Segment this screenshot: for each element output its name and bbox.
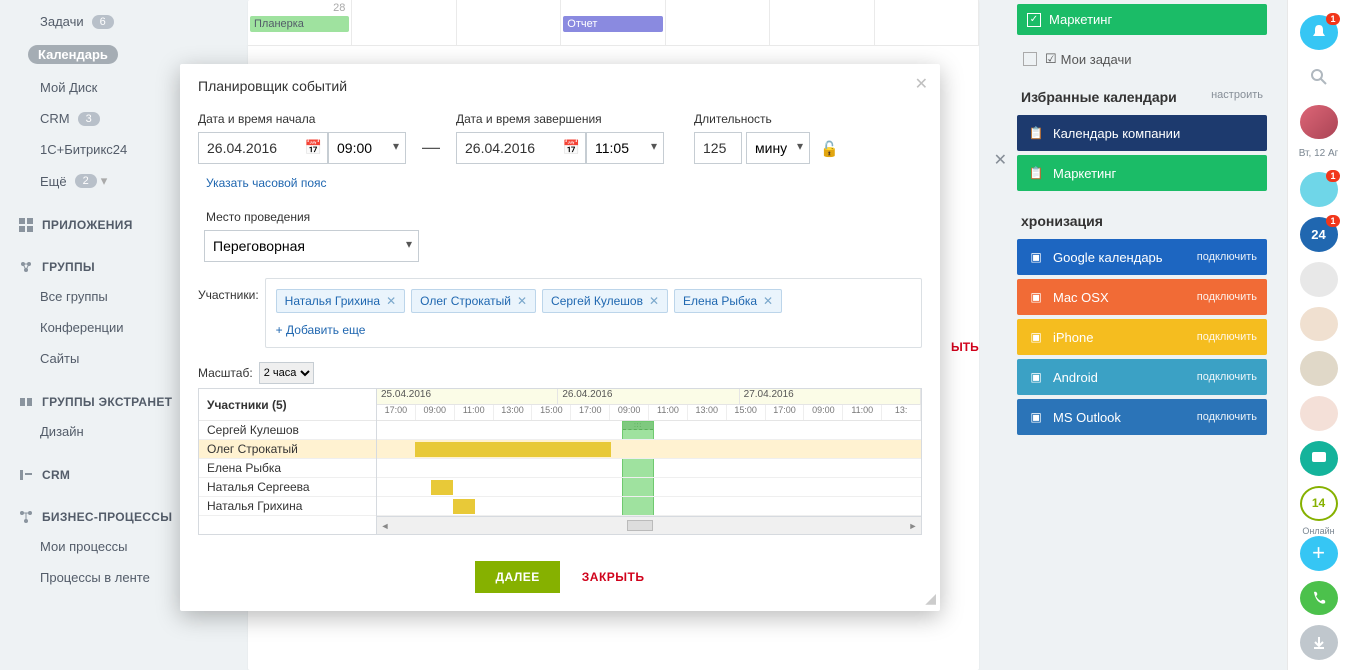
end-label: Дата и время завершения	[456, 112, 664, 126]
gantt-name-row: Олег Строкатый	[199, 440, 376, 459]
next-button[interactable]: ДАЛЕЕ	[475, 561, 559, 593]
start-time-select[interactable]: 09:00	[328, 132, 406, 164]
dash: —	[416, 137, 446, 164]
stray-text: ЫТЬ	[951, 340, 979, 354]
participant-chip[interactable]: Наталья Грихина ✕	[276, 289, 405, 313]
remove-icon[interactable]: ✕	[386, 294, 396, 308]
download-icon[interactable]	[1300, 625, 1338, 660]
sync-item[interactable]: ▣Mac OSXподключить	[1017, 279, 1267, 315]
participant-chip[interactable]: Олег Строкатый ✕	[411, 289, 536, 313]
right-panel: ✓Маркетинг ☑Мои задачи Избранные календа…	[1009, 0, 1279, 670]
avatar[interactable]	[1300, 396, 1338, 431]
participants-label: Участники:	[198, 278, 259, 348]
end-time-select[interactable]: 11:05	[586, 132, 664, 164]
add-button[interactable]: +	[1300, 536, 1338, 571]
participant-chip[interactable]: Елена Рыбка ✕	[674, 289, 782, 313]
close-icon[interactable]: ✕	[915, 74, 928, 94]
my-tasks-toggle[interactable]: ☑Мои задачи	[1017, 45, 1267, 81]
avatar[interactable]	[1300, 262, 1338, 297]
gantt-name-row: Елена Рыбка	[199, 459, 376, 478]
gantt-name-row: Сергей Кулешов	[199, 421, 376, 440]
sync-title: хронизация	[1017, 205, 1267, 239]
sync-item[interactable]: ▣Google календарьподключить	[1017, 239, 1267, 275]
online-count[interactable]: 14	[1300, 486, 1338, 521]
gantt-row	[377, 421, 921, 440]
calendar-icon: 📅	[305, 139, 322, 156]
sidebar-item-tasks[interactable]: Задачи6	[0, 6, 240, 37]
participants-box: Наталья Грихина ✕Олег Строкатый ✕Сергей …	[265, 278, 922, 348]
gantt-name-row: Наталья Сергеева	[199, 478, 376, 497]
fav-calendar-item[interactable]: 📋Календарь компании	[1017, 115, 1267, 151]
location-label: Место проведения	[206, 210, 922, 224]
notifications-icon[interactable]: 1	[1300, 15, 1338, 50]
duration-label: Длительность	[694, 112, 810, 126]
sync-item[interactable]: ▣MS Outlookподключить	[1017, 399, 1267, 435]
gantt-row	[377, 459, 921, 478]
checkbox-icon	[1023, 52, 1037, 66]
configure-link[interactable]: настроить	[1211, 89, 1263, 105]
avatar[interactable]: 1	[1300, 172, 1338, 207]
scale-select[interactable]: 2 часа	[259, 362, 314, 384]
participant-chip[interactable]: Сергей Кулешов ✕	[542, 289, 668, 313]
close-icon[interactable]: ✕	[994, 150, 1007, 170]
gantt-header: Участники (5)	[199, 389, 376, 421]
close-button[interactable]: ЗАКРЫТЬ	[582, 561, 645, 593]
right-toolbar: 1 Вт, 12 Аг 1 241 14 Онлайн +	[1287, 0, 1349, 670]
modal-header: Планировщик событий ✕	[180, 64, 940, 108]
add-participant-link[interactable]: + Добавить еще	[276, 323, 911, 337]
avatar[interactable]	[1300, 307, 1338, 342]
avatar[interactable]	[1300, 351, 1338, 386]
online-label: Онлайн	[1302, 526, 1334, 536]
start-label: Дата и время начала	[198, 112, 406, 126]
checkbox-icon: ✓	[1027, 13, 1041, 27]
sync-item[interactable]: ▣Androidподключить	[1017, 359, 1267, 395]
phone-icon[interactable]	[1300, 581, 1338, 616]
lock-icon[interactable]: 🔓	[820, 140, 839, 164]
sync-item[interactable]: ▣iPhoneподключить	[1017, 319, 1267, 355]
search-icon[interactable]	[1300, 60, 1338, 95]
b24-icon[interactable]: 241	[1300, 217, 1338, 252]
availability-gantt: Масштаб: 2 часа Участники (5) Сергей Куле…	[198, 362, 922, 535]
remove-icon[interactable]: ✕	[763, 294, 773, 308]
calendar-icon: 📅	[563, 139, 580, 156]
location-select[interactable]: Переговорная	[204, 230, 419, 262]
duration-unit-select[interactable]: минут	[746, 132, 810, 164]
duration-input[interactable]	[694, 132, 742, 164]
gantt-scrollbar[interactable]: ◄►	[377, 516, 921, 534]
gantt-row	[377, 440, 921, 459]
resize-handle[interactable]: ◢	[925, 590, 936, 607]
gantt-row	[377, 497, 921, 516]
event-scheduler-modal: Планировщик событий ✕ Дата и время начал…	[180, 64, 940, 611]
gantt-name-row: Наталья Грихина	[199, 497, 376, 516]
chat-icon[interactable]	[1300, 441, 1338, 476]
fav-calendar-item[interactable]: 📋Маркетинг	[1017, 155, 1267, 191]
scale-label: Масштаб:	[198, 366, 253, 380]
calendar-tag-marketing[interactable]: ✓Маркетинг	[1017, 4, 1267, 35]
remove-icon[interactable]: ✕	[649, 294, 659, 308]
gantt-row	[377, 478, 921, 497]
remove-icon[interactable]: ✕	[517, 294, 527, 308]
fav-calendars-title: Избранные календаринастроить	[1017, 81, 1267, 115]
timezone-link[interactable]: Указать часовой пояс	[206, 176, 327, 190]
avatar[interactable]	[1300, 105, 1338, 140]
current-date: Вт, 12 Аг	[1299, 148, 1339, 159]
